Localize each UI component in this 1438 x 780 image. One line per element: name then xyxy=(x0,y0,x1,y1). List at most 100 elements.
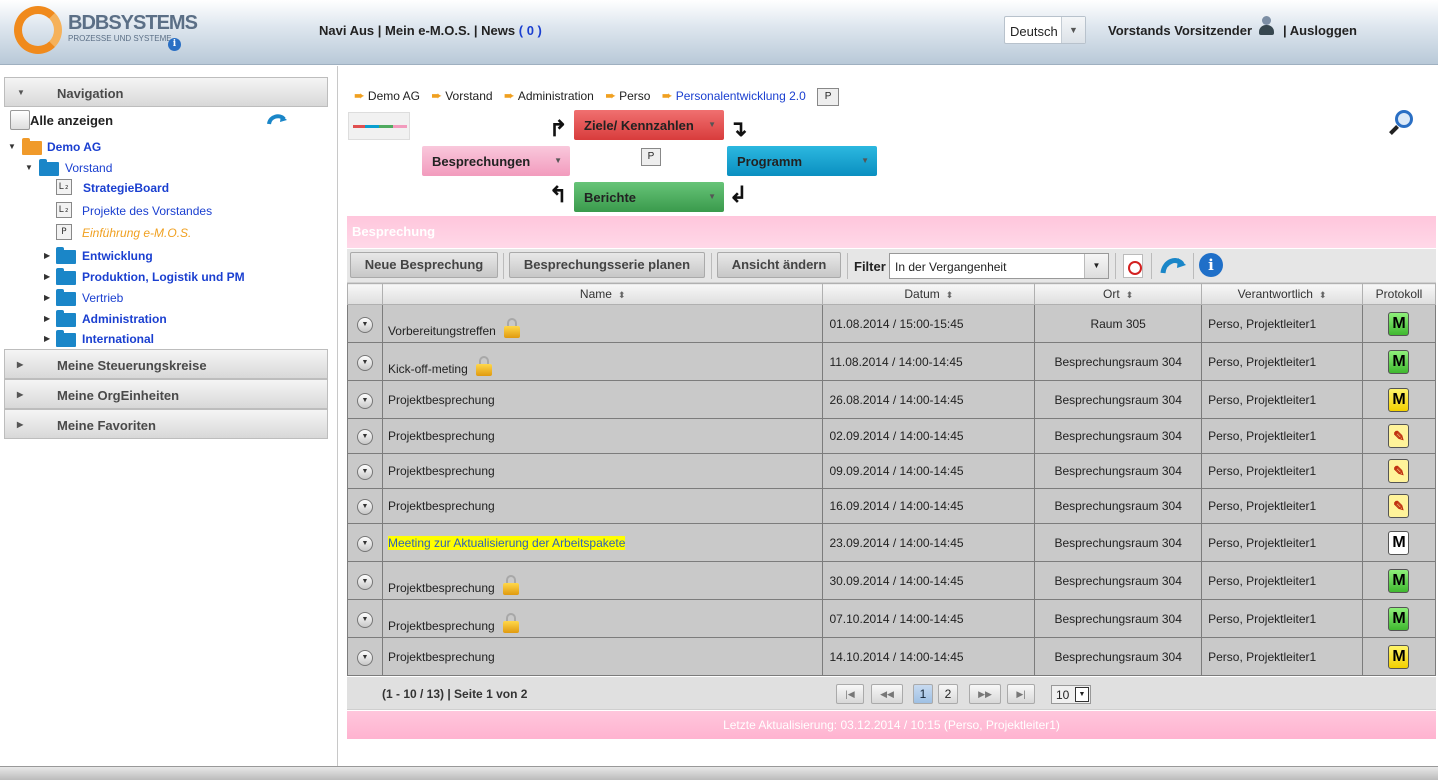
plan-series-button[interactable]: Besprechungsserie planen xyxy=(509,252,705,278)
news-count[interactable]: ( 0 ) xyxy=(519,23,542,38)
prev-page-icon[interactable]: ◀◀ xyxy=(871,684,903,704)
expand-row-icon[interactable]: ▼ xyxy=(356,429,373,445)
expand-row-icon[interactable]: ▼ xyxy=(356,464,373,480)
sort-icon[interactable]: ⬍ xyxy=(946,290,954,300)
responsible-link[interactable]: Perso, Projektleiter1 xyxy=(1208,317,1316,331)
responsible-link[interactable]: Perso, Projektleiter1 xyxy=(1208,464,1316,478)
berichte-button[interactable]: Berichte ▼ xyxy=(574,182,724,212)
refresh-icon[interactable] xyxy=(266,112,288,128)
table-row[interactable]: ▼ Kick-off-meting 11.08.2014 / 14:00-14:45… xyxy=(347,342,1437,381)
table-row[interactable]: ▼ Projektbesprechung 26.08.2014 / 14:00-14… xyxy=(347,380,1437,419)
chevron-down-icon[interactable]: ▼ xyxy=(554,156,562,165)
protocol-icon[interactable]: M xyxy=(1388,311,1410,336)
programm-button[interactable]: Programm ▼ xyxy=(727,146,877,176)
responsible-link[interactable]: Perso, Projektleiter1 xyxy=(1208,612,1316,626)
meeting-link[interactable]: Projektbesprechung xyxy=(388,499,495,513)
bdb-logo[interactable]: BDBSYSTEMS PROZESSE UND SYSTEME i xyxy=(12,6,198,56)
breadcrumb-item[interactable]: ➨ Demo AG xyxy=(354,88,420,104)
chevron-down-icon[interactable]: ▼ xyxy=(1075,687,1089,702)
responsible-link[interactable]: Perso, Projektleiter1 xyxy=(1208,429,1316,443)
column-header-ort[interactable]: Ort ⬍ xyxy=(1034,283,1203,305)
info-icon[interactable]: i xyxy=(1199,253,1223,277)
sort-icon[interactable]: ⬍ xyxy=(618,290,626,300)
meeting-link[interactable]: Projektbesprechung xyxy=(388,650,495,664)
chevron-down-icon[interactable]: ▼ xyxy=(708,192,716,201)
pdf-export-icon[interactable] xyxy=(1123,254,1143,278)
next-page-icon[interactable]: ▶▶ xyxy=(969,684,1001,704)
breadcrumb-item[interactable]: ➨ Administration xyxy=(504,88,594,104)
expand-row-icon[interactable]: ▼ xyxy=(356,573,373,590)
project-p-icon[interactable]: P xyxy=(817,88,840,106)
chevron-down-icon[interactable]: ▼ xyxy=(1061,17,1085,43)
expand-row-icon[interactable]: ▼ xyxy=(356,316,373,333)
column-header-name[interactable]: Name ⬍ xyxy=(381,283,824,305)
table-row[interactable]: ▼ Projektbesprechung 09.09.2014 / 14:00-14… xyxy=(347,453,1437,489)
responsible-link[interactable]: Perso, Projektleiter1 xyxy=(1208,574,1316,588)
breadcrumb-item-current[interactable]: ➨ Personalentwicklung 2.0 xyxy=(662,88,806,104)
last-page-icon[interactable]: ▶| xyxy=(1007,684,1035,704)
triangle-right-icon[interactable]: ▶ xyxy=(44,293,50,302)
protocol-icon[interactable]: M xyxy=(1388,606,1410,631)
triangle-right-icon[interactable]: ▶ xyxy=(44,251,50,260)
meeting-link[interactable]: Projektbesprechung xyxy=(388,581,495,595)
meeting-link[interactable]: Projektbesprechung xyxy=(388,429,495,443)
logout-link[interactable]: | Ausloggen xyxy=(1283,23,1357,38)
page-button-1[interactable]: 1 xyxy=(913,684,933,704)
expand-row-icon[interactable]: ▼ xyxy=(356,535,373,552)
news-link[interactable]: News xyxy=(481,23,515,38)
table-row[interactable]: ▼ Projektbesprechung 02.09.2014 / 14:00-14… xyxy=(347,418,1437,454)
triangle-down-icon[interactable]: ▼ xyxy=(8,142,16,151)
info-icon[interactable]: i xyxy=(168,38,181,51)
accordion-favoriten[interactable]: ▶ Meine Favoriten xyxy=(4,409,328,439)
protocol-icon[interactable]: M xyxy=(1388,530,1410,555)
column-header-datum[interactable]: Datum ⬍ xyxy=(822,283,1036,305)
responsible-link[interactable]: Perso, Projektleiter1 xyxy=(1208,536,1316,550)
breadcrumb-item[interactable]: ➨ Vorstand xyxy=(431,88,492,104)
meeting-link[interactable]: Projektbesprechung xyxy=(388,464,495,478)
page-button-2[interactable]: 2 xyxy=(938,684,958,704)
meeting-link[interactable]: Kick-off-meting xyxy=(388,362,468,376)
protocol-icon[interactable]: M xyxy=(1388,349,1410,374)
table-row[interactable]: ▼ Projektbesprechung 16.09.2014 / 14:00-14… xyxy=(347,488,1437,524)
triangle-right-icon[interactable]: ▶ xyxy=(44,272,50,281)
protocol-icon[interactable]: M xyxy=(1388,387,1410,412)
table-row[interactable]: ▼ Projektbesprechung 14.10.2014 / 14:00-14… xyxy=(347,637,1437,676)
accordion-orgeinheiten[interactable]: ▶ Meine OrgEinheiten xyxy=(4,379,328,409)
chevron-down-icon[interactable]: ▼ xyxy=(861,156,869,165)
responsible-link[interactable]: Perso, Projektleiter1 xyxy=(1208,393,1316,407)
ziele-kennzahlen-button[interactable]: Ziele/ Kennzahlen ▼ xyxy=(574,110,724,140)
project-p-icon[interactable]: P xyxy=(641,148,661,166)
chevron-down-icon[interactable]: ▼ xyxy=(1084,254,1108,278)
sort-icon[interactable]: ⬍ xyxy=(1319,290,1327,300)
accordion-steuerungskreise[interactable]: ▶ Meine Steuerungskreise xyxy=(4,349,328,379)
responsible-link[interactable]: Perso, Projektleiter1 xyxy=(1208,650,1316,664)
protocol-icon[interactable]: ✎ xyxy=(1388,459,1410,483)
protocol-icon[interactable]: M xyxy=(1388,644,1410,669)
expand-row-icon[interactable]: ▼ xyxy=(356,354,373,371)
column-header-verantwortlich[interactable]: Verantwortlich ⬍ xyxy=(1201,283,1363,305)
table-row[interactable]: ▼ Projektbesprechung 07.10.2014 / 14:00-14… xyxy=(347,599,1437,638)
chevron-down-icon[interactable]: ▼ xyxy=(708,120,716,129)
responsible-link[interactable]: Perso, Projektleiter1 xyxy=(1208,355,1316,369)
show-all-checkbox[interactable] xyxy=(10,110,30,130)
responsible-link[interactable]: Perso, Projektleiter1 xyxy=(1208,499,1316,513)
besprechungen-button[interactable]: Besprechungen ▼ xyxy=(422,146,570,176)
triangle-right-icon[interactable]: ▶ xyxy=(44,314,50,323)
triangle-right-icon[interactable]: ▶ xyxy=(44,334,50,343)
first-page-icon[interactable]: |◀ xyxy=(836,684,864,704)
search-icon[interactable] xyxy=(1387,110,1417,140)
refresh-icon[interactable] xyxy=(1159,253,1187,279)
meeting-link[interactable]: Meeting zur Aktualisierung der Arbeitspa… xyxy=(387,535,626,550)
page-size-select[interactable]: 10 ▼ xyxy=(1051,685,1091,704)
protocol-icon[interactable]: M xyxy=(1388,568,1410,593)
meeting-link[interactable]: Vorbereitungstreffen xyxy=(388,324,496,338)
table-row[interactable]: ▼ Projektbesprechung 30.09.2014 / 14:00-14… xyxy=(347,561,1437,600)
color-legend[interactable] xyxy=(348,112,410,140)
table-row[interactable]: ▼ Meeting zur Aktualisierung der Arbeitsp… xyxy=(347,523,1437,562)
filter-select[interactable]: In der Vergangenheit ▼ xyxy=(889,253,1109,279)
accordion-navigation[interactable]: ▼ Navigation xyxy=(4,77,328,107)
expand-row-icon[interactable]: ▼ xyxy=(356,611,373,628)
change-view-button[interactable]: Ansicht ändern xyxy=(717,252,841,278)
navi-aus-link[interactable]: Navi Aus xyxy=(319,23,374,38)
triangle-down-icon[interactable]: ▼ xyxy=(25,163,33,172)
